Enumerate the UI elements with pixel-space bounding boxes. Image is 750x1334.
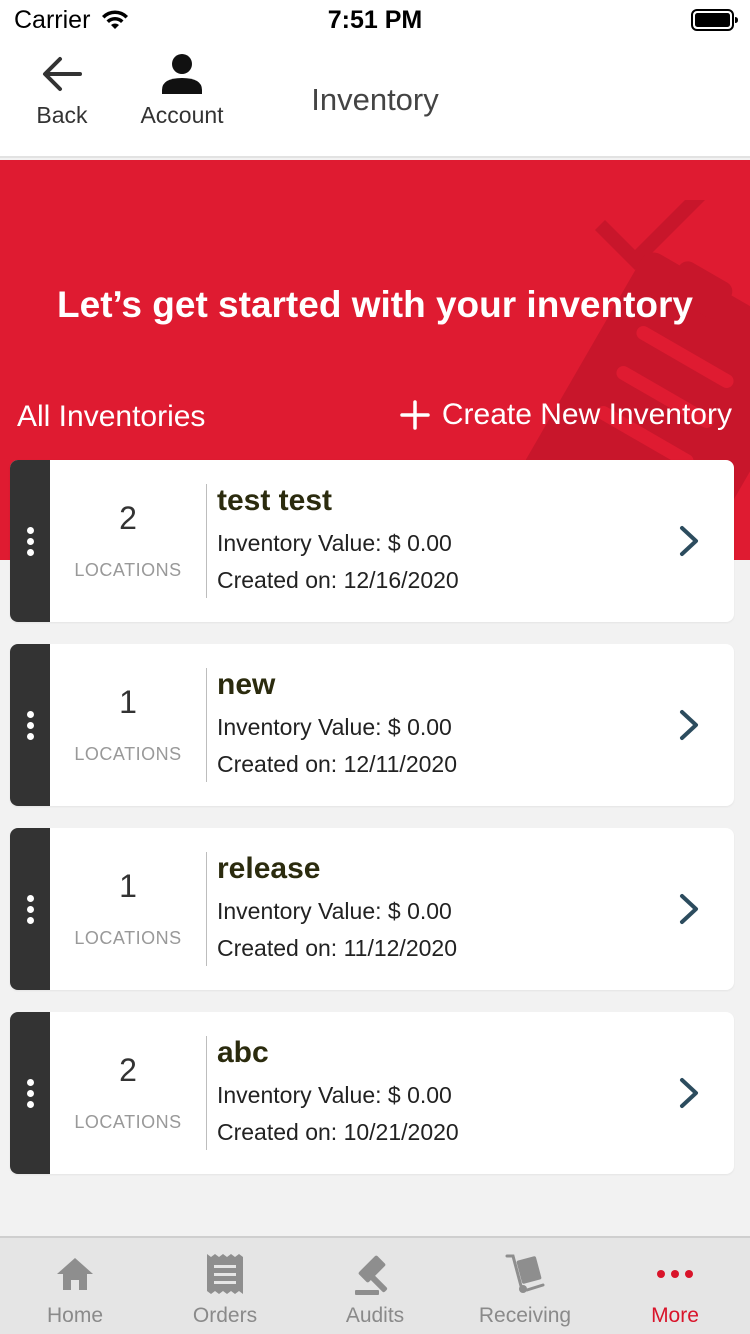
inventory-created-date: Created on: 10/21/2020	[217, 1119, 459, 1145]
inventory-created-date: Created on: 12/16/2020	[217, 567, 459, 593]
inventory-value: Inventory Value: $ 0.00	[217, 1082, 452, 1108]
inventory-value: Inventory Value: $ 0.00	[217, 530, 452, 556]
clock: 7:51 PM	[327, 6, 423, 34]
inventory-name: abc	[217, 1036, 269, 1069]
location-count: 2	[119, 1052, 137, 1088]
tab-bar: Home Orders Audits Receiving More	[0, 1236, 750, 1334]
gavel-icon	[355, 1255, 388, 1295]
plus-icon	[400, 400, 430, 430]
create-inventory-button[interactable]: Create New Inventory	[400, 398, 732, 432]
chevron-right-icon[interactable]	[674, 708, 704, 742]
all-inventories-label: All Inventories	[17, 400, 206, 433]
tab-home[interactable]: Home	[0, 1238, 150, 1334]
inventory-created-date: Created on: 11/12/2020	[217, 935, 457, 961]
inventory-name: release	[217, 852, 321, 885]
create-inventory-label: Create New Inventory	[441, 398, 732, 431]
card-menu-button[interactable]	[10, 1012, 50, 1174]
inventory-card[interactable]: 1 LOCATIONS release Inventory Value: $ 0…	[10, 828, 734, 990]
tab-label: Receiving	[478, 1304, 572, 1327]
tab-orders[interactable]: Orders	[150, 1238, 300, 1334]
tab-more[interactable]: More	[600, 1238, 750, 1334]
location-count-label: LOCATIONS	[74, 928, 182, 948]
location-count-block: 2 LOCATIONS	[50, 460, 206, 622]
inventory-list: 2 LOCATIONS test test Inventory Value: $…	[10, 460, 734, 1196]
location-count-block: 2 LOCATIONS	[50, 1012, 206, 1174]
location-count: 1	[119, 868, 137, 904]
location-count-label: LOCATIONS	[74, 1112, 182, 1132]
more-vertical-icon	[26, 893, 34, 926]
location-count-label: LOCATIONS	[74, 560, 182, 580]
chevron-right-icon[interactable]	[674, 1076, 704, 1110]
nav-header: Back Account Inventory	[0, 40, 750, 158]
hero-title: Let’s get started with your inventory	[57, 284, 693, 325]
inventory-created-date: Created on: 12/11/2020	[217, 751, 457, 777]
inventory-card[interactable]: 2 LOCATIONS abc Inventory Value: $ 0.00 …	[10, 1012, 734, 1174]
inventory-name: test test	[217, 484, 333, 517]
home-icon	[57, 1258, 93, 1290]
tab-label: Orders	[192, 1304, 258, 1327]
page-title: Inventory	[311, 82, 439, 117]
card-divider	[206, 668, 207, 782]
inventory-card[interactable]: 1 LOCATIONS new Inventory Value: $ 0.00 …	[10, 644, 734, 806]
location-count: 2	[119, 500, 137, 536]
chevron-right-icon[interactable]	[674, 892, 704, 926]
hand-truck-icon	[505, 1254, 545, 1293]
tab-label: Audits	[345, 1304, 405, 1327]
inventory-value: Inventory Value: $ 0.00	[217, 898, 452, 924]
location-count-block: 1 LOCATIONS	[50, 644, 206, 806]
location-count: 1	[119, 684, 137, 720]
card-menu-button[interactable]	[10, 460, 50, 622]
inventory-value: Inventory Value: $ 0.00	[217, 714, 452, 740]
card-divider	[206, 1036, 207, 1150]
chevron-right-icon[interactable]	[674, 524, 704, 558]
tab-label: More	[651, 1304, 699, 1327]
card-divider	[206, 484, 207, 598]
more-vertical-icon	[26, 525, 34, 558]
card-menu-button[interactable]	[10, 644, 50, 806]
card-menu-button[interactable]	[10, 828, 50, 990]
location-count-block: 1 LOCATIONS	[50, 828, 206, 990]
inventory-card[interactable]: 2 LOCATIONS test test Inventory Value: $…	[10, 460, 734, 622]
location-count-label: LOCATIONS	[74, 744, 182, 764]
tab-label: Home	[46, 1304, 104, 1327]
inventory-name: new	[217, 668, 276, 701]
tab-audits[interactable]: Audits	[300, 1238, 450, 1334]
more-vertical-icon	[26, 709, 34, 742]
more-dots-icon	[657, 1270, 693, 1278]
receipt-icon	[207, 1254, 243, 1294]
more-vertical-icon	[26, 1077, 34, 1110]
status-bar: Carrier 7:51 PM	[0, 0, 750, 40]
card-divider	[206, 852, 207, 966]
battery-icon	[691, 9, 738, 31]
tab-receiving[interactable]: Receiving	[450, 1238, 600, 1334]
